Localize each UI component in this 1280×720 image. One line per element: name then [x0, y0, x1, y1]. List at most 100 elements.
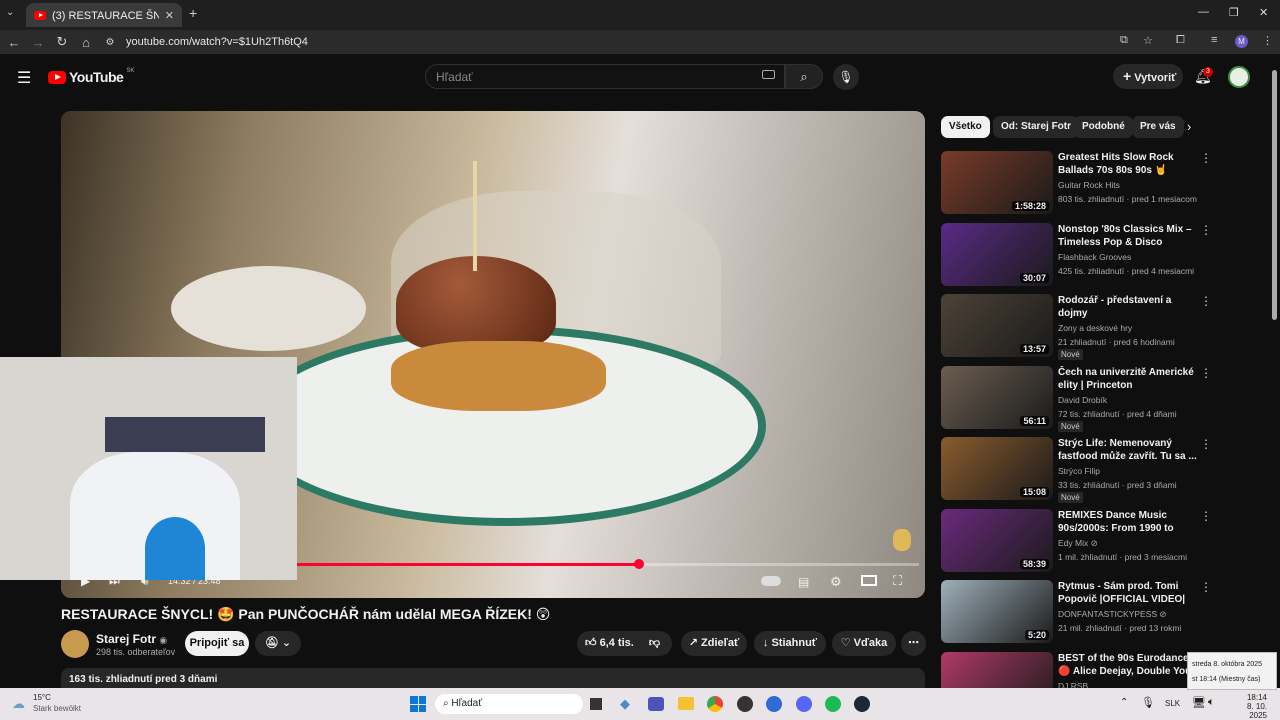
recommendation-item[interactable]: 5:20 Rytmus - Sám prod. Tomi Popovič |OFF… [941, 580, 1221, 644]
voice-search-button[interactable]: 🎙 [833, 64, 859, 90]
video-thumbnail[interactable]: 30:07 [941, 222, 1053, 286]
recommendation-channel[interactable]: Guitar Rock Hits [1058, 180, 1120, 190]
create-button[interactable]: + Vytvoriť [1113, 64, 1183, 89]
teams-icon[interactable] [648, 697, 664, 711]
theater-mode-icon[interactable] [861, 575, 877, 586]
bookmark-star-icon[interactable]: ☆ [1143, 34, 1153, 47]
hamburger-menu-icon[interactable]: ☰ [17, 68, 31, 88]
more-options-icon[interactable]: ⋮ [1200, 151, 1212, 165]
back-icon[interactable]: ← [2, 35, 26, 50]
video-thumbnail[interactable]: 1:58:28 [941, 151, 1053, 214]
recommendation-channel[interactable]: DONFANTASTICKYPESS ⊘ [1058, 609, 1167, 620]
more-options-icon[interactable]: ⋮ [1200, 294, 1212, 308]
recommendation-title[interactable]: Čech na univerzitě Americké elity | Prin… [1058, 366, 1198, 392]
page-scrollbar[interactable] [1272, 70, 1277, 320]
settings-gear-icon[interactable]: ⚙ [830, 574, 842, 590]
more-options-icon[interactable]: ⋮ [1200, 509, 1212, 523]
recommendation-title[interactable]: REMIXES Dance Music 90s/2000s: From 1990… [1058, 509, 1198, 536]
more-options-icon[interactable]: ⋮ [1200, 223, 1212, 237]
share-button[interactable]: ↗ Zdieľať [681, 631, 747, 656]
channel-name[interactable]: Starej Fotr ◉ [96, 632, 167, 646]
video-thumbnail[interactable]: 5:20 [941, 580, 1053, 643]
discord-icon[interactable] [796, 696, 812, 712]
like-button[interactable]: 👍︎ 6,4 tis. 👎︎ [577, 631, 672, 656]
browser-tab[interactable]: (3) RESTAURACE ŠNYCL! 🤩 Pa ✕ [26, 3, 182, 27]
recommendation-item[interactable]: 13:57 Rodozář - představení a dojmy Zony a… [941, 294, 1221, 360]
recommendation-item[interactable]: 15:08 Strýc Life: Nemenovaný fastfood můž… [941, 437, 1221, 503]
task-view-icon[interactable] [590, 698, 602, 710]
extensions-icon[interactable]: ⧠ [1176, 34, 1185, 47]
recommendation-channel[interactable]: Zony a deskové hry [1058, 323, 1132, 333]
recommendation-title[interactable]: Nonstop '80s Classics Mix – Timeless Pop… [1058, 223, 1198, 250]
browser-icon[interactable] [766, 696, 782, 712]
dislike-icon[interactable]: 👎︎ [649, 637, 660, 649]
taskbar-search[interactable]: ⌕ Hľadať [435, 694, 583, 714]
filter-chip[interactable]: Podobné [1074, 116, 1133, 138]
language-indicator[interactable]: SLK [1165, 699, 1180, 708]
close-tab-icon[interactable]: ✕ [165, 9, 174, 22]
reload-icon[interactable]: ↻ [50, 34, 74, 50]
subscribed-bell-button[interactable]: 🔕︎ ⌄ [255, 631, 301, 656]
home-icon[interactable]: ⌂ [74, 35, 98, 50]
download-button[interactable]: ↓ Stiahnuť [754, 631, 826, 656]
filter-chip[interactable]: Všetko [941, 116, 990, 138]
video-thumbnail[interactable]: 13:57 [941, 294, 1053, 357]
channel-avatar[interactable] [61, 630, 89, 658]
close-window-icon[interactable]: ✕ [1259, 6, 1268, 19]
fullscreen-icon[interactable]: ⛶ [893, 573, 902, 589]
browser-menu-icon[interactable]: ⋮ [1262, 34, 1273, 47]
recommendation-channel[interactable]: Strýco Filip [1058, 466, 1100, 476]
filter-chip[interactable]: Pre vás [1132, 116, 1184, 138]
steam-icon[interactable] [854, 696, 870, 712]
weather-cloud-icon[interactable]: ☁ [12, 696, 25, 712]
file-explorer-icon[interactable] [678, 697, 694, 710]
recommendation-title[interactable]: Greatest Hits Slow Rock Ballads 70s 80s … [1058, 151, 1198, 178]
recommendation-title[interactable]: Rodozář - představení a dojmy [1058, 294, 1198, 320]
more-actions-icon[interactable]: ⋯ [901, 631, 926, 656]
recommendation-item[interactable]: 58:39 REMIXES Dance Music 90s/2000s: From… [941, 508, 1221, 573]
volume-tray-icon[interactable]: 🔈︎ [1208, 696, 1215, 709]
windows-start-icon[interactable] [410, 696, 426, 712]
more-options-icon[interactable]: ⋮ [1200, 580, 1212, 594]
video-thumbnail[interactable]: 58:39 [941, 508, 1053, 572]
spotify-icon[interactable] [825, 696, 841, 712]
tray-mic-icon[interactable]: 🎙︎ [1141, 696, 1155, 709]
channel-watermark-icon[interactable] [893, 529, 911, 551]
thanks-button[interactable]: ♡ Vďaka [832, 631, 896, 656]
store-icon[interactable]: ◆ [620, 696, 630, 712]
recommendation-channel[interactable]: Edy Mix ⊘ [1058, 538, 1098, 549]
tab-search-icon[interactable]: ⌄ [6, 7, 14, 18]
recommendation-title[interactable]: BEST of the 90s Eurodance 🔴 Alice Deejay… [1058, 652, 1198, 679]
chevron-right-icon[interactable]: › [1187, 119, 1191, 134]
search-button[interactable]: ⌕ [785, 64, 823, 89]
chrome-icon[interactable] [707, 696, 723, 712]
recommendation-title[interactable]: Rytmus - Sám prod. Tomi Popovič |OFFICIA… [1058, 580, 1198, 606]
reading-list-icon[interactable]: ≡ [1211, 34, 1217, 46]
recommendation-channel[interactable]: Flashback Grooves [1058, 252, 1131, 262]
clock[interactable]: 18:14 8. 10. 2025 [1227, 693, 1267, 720]
minimize-icon[interactable]: — [1198, 6, 1209, 18]
join-button[interactable]: Pripojiť sa [185, 631, 249, 656]
youtube-logo[interactable]: YouTube SK [48, 68, 134, 85]
recommendation-item[interactable]: 1:58:28 Greatest Hits Slow Rock Ballads 7… [941, 151, 1221, 215]
subtitles-icon[interactable]: ▤ [798, 575, 809, 589]
network-icon[interactable]: 🖥︎ [1192, 696, 1206, 709]
address-bar[interactable]: youtube.com/watch?v=$1Uh2Th6tQ4 [126, 36, 308, 48]
more-options-icon[interactable]: ⋮ [1200, 366, 1212, 380]
account-avatar[interactable] [1228, 66, 1250, 88]
maximize-icon[interactable]: ❐ [1229, 6, 1239, 19]
more-options-icon[interactable]: ⋮ [1200, 437, 1212, 451]
install-icon[interactable]: ⧉ [1120, 34, 1128, 47]
search-input[interactable]: Hľadať [425, 64, 785, 89]
forward-icon[interactable]: → [26, 35, 50, 50]
keyboard-icon[interactable] [762, 70, 775, 79]
recommendation-channel[interactable]: David Drobík [1058, 395, 1107, 405]
recommendation-title[interactable]: Strýc Life: Nemenovaný fastfood může zav… [1058, 437, 1198, 463]
tray-chevron-up-icon[interactable]: ⌃ [1120, 697, 1128, 708]
video-thumbnail[interactable]: 15:08 [941, 437, 1053, 500]
filter-chip[interactable]: Od: Starej Fotr [993, 116, 1080, 138]
recommendation-item[interactable]: 56:11 Čech na univerzitě Americké elity |… [941, 365, 1221, 432]
new-tab-button[interactable]: + [189, 5, 197, 21]
recommendation-item[interactable]: 30:07 Nonstop '80s Classics Mix – Timeles… [941, 222, 1221, 287]
progress-bar[interactable] [297, 559, 919, 569]
